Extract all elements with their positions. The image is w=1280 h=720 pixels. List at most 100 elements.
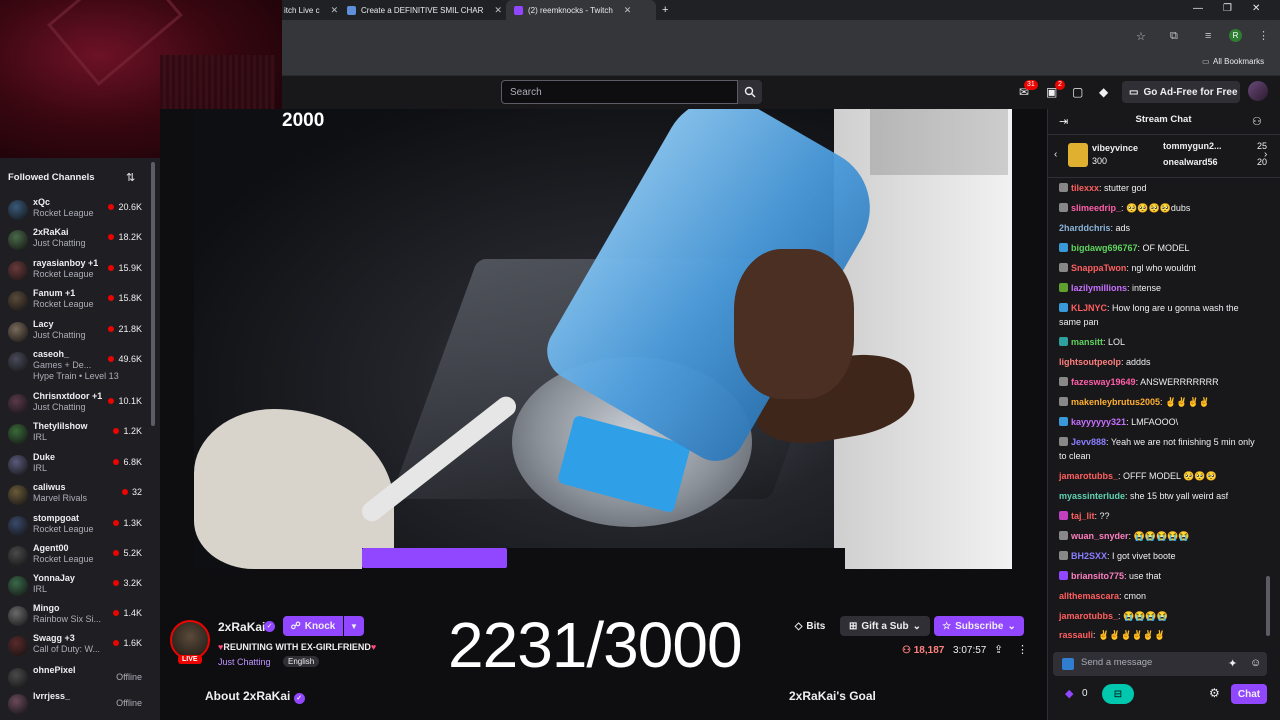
leaderboard-user[interactable]: vibeyvince <box>1092 143 1138 153</box>
sidebar-channel[interactable]: Duke IRL 6.8K <box>0 450 150 480</box>
language-tag[interactable]: English <box>283 656 320 667</box>
knock-dropdown-button[interactable]: ▼ <box>344 616 364 636</box>
search-button[interactable] <box>738 80 762 104</box>
media-icon[interactable]: ≡ <box>1205 30 1211 42</box>
close-tab-icon[interactable]: ✕ <box>494 5 502 16</box>
user-avatar[interactable] <box>1248 81 1268 101</box>
claim-chest-button[interactable]: ⊟ <box>1102 684 1134 704</box>
share-icon[interactable]: ⇪ <box>994 643 1003 656</box>
chat-username[interactable]: fazesway19649 <box>1071 377 1136 387</box>
chat-username[interactable]: myassinterlude <box>1059 491 1125 501</box>
chat-username[interactable]: makenleybrutus2005 <box>1071 397 1160 407</box>
whispers-icon[interactable]: ▢ <box>1072 85 1083 99</box>
chat-badge-icon[interactable] <box>1059 531 1068 540</box>
chat-badge-icon[interactable] <box>1059 417 1068 426</box>
extensions-icon[interactable]: ⧉ <box>1170 30 1178 43</box>
sidebar-channel[interactable]: Lacy Just Chatting 21.8K <box>0 317 150 347</box>
maximize-icon[interactable]: ❐ <box>1223 3 1232 14</box>
streamer-avatar[interactable] <box>170 620 210 660</box>
sidebar-channel[interactable]: YonnaJay IRL 3.2K <box>0 571 150 601</box>
more-options-icon[interactable]: ⋮ <box>1017 643 1028 656</box>
all-bookmarks[interactable]: All Bookmarks <box>1213 57 1264 66</box>
chat-send-button[interactable]: Chat <box>1231 684 1267 704</box>
gift-sub-button[interactable]: ⊞ Gift a Sub ⌄ <box>840 616 930 636</box>
close-tab-icon[interactable]: ✕ <box>331 5 339 16</box>
chat-username[interactable]: bigdawg696767 <box>1071 243 1138 253</box>
streamer-name[interactable]: 2xRaKai <box>218 620 265 634</box>
knock-button[interactable]: ☍ Knock <box>283 616 343 636</box>
channel-points-icon[interactable]: ◆ <box>1065 687 1073 700</box>
chat-username[interactable]: 2harddchris <box>1059 223 1111 233</box>
settings-icon[interactable]: ⚙ <box>1209 686 1220 700</box>
leaderboard-user[interactable]: tommygun2... <box>1163 141 1222 151</box>
chat-username[interactable]: wuan_snyder <box>1071 531 1129 541</box>
sidebar-channel[interactable]: rayasianboy +1 Rocket League 15.9K <box>0 256 150 286</box>
sort-icon[interactable]: ⇅ <box>126 171 135 184</box>
close-window-icon[interactable]: ✕ <box>1252 3 1260 14</box>
emote-icon[interactable]: ☺ <box>1250 657 1261 669</box>
chat-scrollbar[interactable] <box>1266 576 1270 636</box>
search-input[interactable]: Search <box>501 80 738 104</box>
chat-badge-icon[interactable] <box>1059 183 1068 192</box>
chat-username[interactable]: lazilymillions <box>1071 283 1127 293</box>
new-tab-button[interactable]: + <box>662 0 668 20</box>
commands-icon[interactable]: ✦ <box>1228 657 1237 670</box>
sidebar-channel[interactable]: stompgoat Rocket League 1.3K <box>0 511 150 541</box>
sidebar-channel[interactable]: Chrisnxtdoor +1 Just Chatting 10.1K <box>0 389 150 419</box>
stream-category[interactable]: Just Chatting <box>218 657 271 667</box>
sidebar-channel[interactable]: Agent00 Rocket League 5.2K <box>0 541 150 571</box>
chat-badge-icon[interactable] <box>1059 283 1068 292</box>
sidebar-channel[interactable]: caseoh_ Games + De... Hype Train • Level 1… <box>0 347 150 381</box>
chat-badge-icon[interactable] <box>1059 571 1068 580</box>
subscribe-button[interactable]: ☆ Subscribe ⌄ <box>934 616 1024 636</box>
community-icon[interactable]: ⚇ <box>1252 115 1262 128</box>
video-player[interactable] <box>194 109 1012 569</box>
chat-username[interactable]: jamarotubbs_ <box>1059 471 1118 481</box>
sidebar-channel[interactable]: caliwus Marvel Rivals 32 <box>0 480 150 510</box>
chat-username[interactable]: taj_lit <box>1071 511 1095 521</box>
chat-username[interactable]: BH2SXX <box>1071 551 1107 561</box>
chat-username[interactable]: allthemascara <box>1059 591 1119 601</box>
chat-badge-icon[interactable] <box>1059 243 1068 252</box>
chat-badge-icon[interactable] <box>1059 397 1068 406</box>
profile-avatar[interactable]: R <box>1229 29 1242 42</box>
chat-username[interactable]: lightsoutpeolp <box>1059 357 1121 367</box>
sidebar-channel[interactable]: xQc Rocket League 20.6K <box>0 195 150 225</box>
chat-username[interactable]: Jevv888 <box>1071 437 1106 447</box>
sidebar-channel[interactable]: 2xRaKai Just Chatting 18.2K <box>0 225 150 255</box>
chat-username[interactable]: briansito775 <box>1071 571 1124 581</box>
minimize-icon[interactable]: — <box>1193 3 1203 14</box>
chat-username[interactable]: slimeedrip_ <box>1071 203 1121 213</box>
sidebar-channel[interactable]: Thetylilshow IRL 1.2K <box>0 419 150 449</box>
chat-username[interactable]: kayyyyyy321 <box>1071 417 1126 427</box>
chevron-left-icon[interactable]: ‹ <box>1054 149 1057 160</box>
sidebar-channel[interactable]: Mingo Rainbow Six Si... 1.4K <box>0 601 150 631</box>
badge-icon[interactable] <box>1062 658 1074 670</box>
chat-username[interactable]: SnappaTwon <box>1071 263 1126 273</box>
chat-badge-icon[interactable] <box>1059 303 1068 312</box>
chat-badge-icon[interactable] <box>1059 203 1068 212</box>
menu-icon[interactable]: ⋮ <box>1258 29 1269 42</box>
chat-badge-icon[interactable] <box>1059 263 1068 272</box>
go-ad-free-button[interactable]: ▭ Go Ad-Free for Free <box>1122 81 1240 103</box>
sidebar-channel[interactable]: Swagg +3 Call of Duty: W... 1.6K <box>0 631 150 661</box>
close-tab-icon[interactable]: ✕ <box>624 5 632 16</box>
leaderboard-user[interactable]: onealward56 <box>1163 157 1218 167</box>
browser-tab[interactable]: itch Live c ✕ <box>284 0 338 20</box>
chat-username[interactable]: jamarotubbs_ <box>1059 611 1118 621</box>
bits-button[interactable]: ◇ Bits <box>786 616 834 636</box>
browser-tab-active[interactable]: (2) reemknocks - Twitch ✕ <box>506 0 656 20</box>
chevron-right-icon[interactable]: › <box>1264 149 1267 160</box>
chat-username[interactable]: mansitt <box>1071 337 1103 347</box>
prime-icon[interactable]: ◆ <box>1099 85 1108 99</box>
chat-badge-icon[interactable] <box>1059 511 1068 520</box>
chat-badge-icon[interactable] <box>1059 551 1068 560</box>
chat-username[interactable]: KLJNYC <box>1071 303 1107 313</box>
star-icon[interactable]: ☆ <box>1136 30 1146 43</box>
sidebar-channel[interactable]: Fanum +1 Rocket League 15.8K <box>0 286 150 316</box>
chat-badge-icon[interactable] <box>1059 377 1068 386</box>
sidebar-channel[interactable]: lvrrjess_ Offline <box>0 689 150 719</box>
chat-badge-icon[interactable] <box>1059 437 1068 446</box>
sidebar-scrollbar[interactable] <box>151 162 155 426</box>
chat-badge-icon[interactable] <box>1059 337 1068 346</box>
